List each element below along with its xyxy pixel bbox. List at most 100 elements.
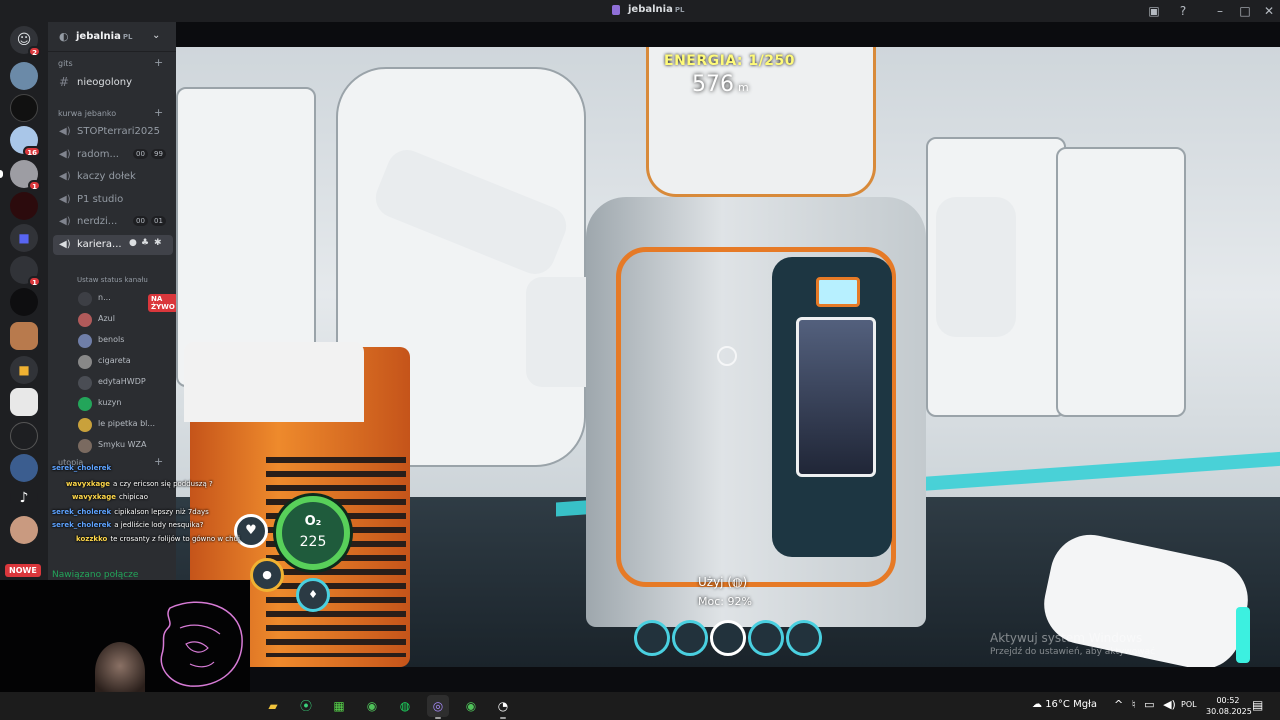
voice-channel[interactable]: ◀) nerdzi... 00 01 <box>53 212 173 232</box>
face-outline-art <box>160 601 243 687</box>
voice-member[interactable]: n... NA ŻYWO <box>76 289 178 312</box>
voice-channel-active[interactable]: ◀) kariera... ● ♣ ✱ <box>53 235 173 255</box>
server-avatar[interactable] <box>10 516 38 544</box>
server-avatar[interactable] <box>10 192 38 220</box>
feather-icon: ♪ <box>10 484 38 512</box>
minecraft-icon[interactable]: ▦ <box>328 695 350 717</box>
voice-member[interactable]: cigareta <box>76 352 172 372</box>
speaker-icon: ◀) <box>59 239 71 250</box>
quickslot-knife-icon <box>634 620 670 656</box>
member-name: benols <box>98 335 125 344</box>
server-avatar[interactable] <box>10 454 38 482</box>
chat-message: serek_cholerek cipikalson lepszy niż 7day… <box>52 508 209 516</box>
quickslot-light-icon <box>786 620 822 656</box>
member-name: cigareta <box>98 356 131 365</box>
quickslot-scanner-icon <box>710 620 746 656</box>
chat-message: wavyxkage chipicao <box>72 493 148 501</box>
energy-readout: ENERGIA: 1/250 <box>664 53 795 69</box>
new-label[interactable]: NOWE <box>5 564 41 577</box>
use-prompt: Użyj (◍) <box>698 575 748 589</box>
spotify-icon[interactable]: ◍ <box>394 695 416 717</box>
server-avatar[interactable]: 16 <box>10 126 41 157</box>
voice-channel[interactable]: ◀) STOPterrari2025 <box>53 122 173 142</box>
notification-icon[interactable]: ▤ <box>1252 698 1263 712</box>
member-name: Azul <box>98 314 115 323</box>
chrome-profile-icon[interactable]: ◉ <box>460 695 482 717</box>
microphone-icon: ♮ <box>1131 698 1136 711</box>
voice-member[interactable]: le pipetka bl... <box>76 415 172 435</box>
member-name: n... <box>98 293 111 302</box>
voice-member[interactable]: kuzyn <box>76 394 172 414</box>
server-avatar[interactable] <box>10 288 38 316</box>
server-avatar[interactable]: 1 <box>10 256 41 287</box>
voice-member[interactable]: Azul <box>76 310 172 330</box>
help-icon[interactable]: ? <box>1175 3 1191 19</box>
voice-channel[interactable]: ◀) P1 studio <box>53 190 173 210</box>
server-avatar[interactable]: ♪ <box>10 484 38 512</box>
water-icon: ♦ <box>296 578 330 612</box>
user-limit: 01 <box>151 216 166 226</box>
voice-member[interactable]: edytaHWDP <box>76 373 172 393</box>
avatar <box>78 334 92 348</box>
server-rail: ☺ 2 16 1 ■ 1 ■ ♪ NOWE <box>0 22 48 580</box>
server-avatar[interactable] <box>10 422 38 450</box>
chevron-down-icon: ⌄ <box>152 30 161 41</box>
minimize-icon[interactable]: – <box>1212 3 1228 19</box>
invite-icon[interactable]: ♣ <box>141 238 149 248</box>
server-avatar[interactable] <box>10 322 38 350</box>
window-title-bar: jebalnia PL ▣ ? – □ ✕ <box>0 0 1280 22</box>
maximize-icon[interactable]: □ <box>1237 3 1253 19</box>
power-readout: Moc: 92% <box>698 595 752 608</box>
category-gits[interactable]: gits <box>58 59 73 68</box>
crosshair-icon <box>717 346 737 366</box>
server-folder[interactable]: ■ <box>10 224 38 252</box>
voice-member[interactable]: Smyku WZA <box>76 436 172 456</box>
gear-icon[interactable]: ✱ <box>154 238 162 248</box>
server-avatar[interactable] <box>10 388 38 416</box>
windows-activation-watermark: Aktywuj system Windows <box>990 631 1143 645</box>
server-folder[interactable]: ■ <box>10 356 38 384</box>
avatar <box>78 376 92 390</box>
user-count: 00 <box>133 216 148 226</box>
chat-icon[interactable]: ● <box>129 238 137 248</box>
server-avatar[interactable] <box>10 94 38 122</box>
voice-channel[interactable]: ◀) kaczy dołek <box>53 167 173 187</box>
system-tray[interactable]: ^ ♮ ▭ ◀) <box>1114 698 1176 711</box>
mouse-button-icon: (◍) <box>727 575 748 589</box>
speaker-icon: ◀) <box>59 149 71 160</box>
discord-home-button[interactable]: ☺ 2 <box>10 26 41 57</box>
server-avatar[interactable]: 1 <box>0 160 41 191</box>
folder-icon: ■ <box>10 224 38 252</box>
network-icon: ▭ <box>1144 698 1155 711</box>
xbox-app-icon[interactable]: ⦿ <box>295 695 317 717</box>
user-limit: 99 <box>151 149 166 159</box>
server-avatar[interactable] <box>10 62 38 90</box>
member-name: kuzyn <box>98 398 122 407</box>
voice-member[interactable]: benols <box>76 331 172 351</box>
add-channel-icon[interactable]: + <box>154 106 163 119</box>
chat-text: chipicao <box>118 493 149 501</box>
server-header[interactable]: ◐ jebalnia PL ⌄ <box>48 22 176 52</box>
chat-username: wavyxkage <box>72 493 116 501</box>
close-icon[interactable]: ✕ <box>1261 3 1277 19</box>
chat-text: a czy ericson się podduszą ? <box>112 480 213 488</box>
channel-nieogolony[interactable]: # nieogolony <box>53 73 173 93</box>
member-name: le pipetka bl... <box>98 419 155 428</box>
inbox-icon[interactable]: ▣ <box>1146 3 1162 19</box>
avatar <box>78 418 92 432</box>
taskbar-clock[interactable]: 00:52 30.08.2025 <box>1206 695 1252 717</box>
set-channel-status[interactable]: Ustaw status kanału <box>77 276 148 284</box>
input-language[interactable]: POL <box>1181 700 1197 709</box>
chrome-icon[interactable]: ◉ <box>361 695 383 717</box>
obs-icon[interactable]: ◔ <box>492 695 514 719</box>
file-explorer-icon[interactable]: ▰ <box>262 695 284 717</box>
weather-widget[interactable]: ☁ 16°C Mgła <box>1032 699 1097 710</box>
voice-channel[interactable]: ◀) radom... 00 99 <box>53 145 173 165</box>
add-channel-icon[interactable]: + <box>154 56 163 69</box>
discord-taskbar-icon[interactable]: ◎ <box>427 695 449 719</box>
server-name: jebalnia PL <box>76 31 133 42</box>
volume-icon: ◀) <box>1163 698 1176 711</box>
unread-badge: 16 <box>23 146 41 157</box>
unread-badge: 1 <box>28 180 41 191</box>
category-kurwa[interactable]: kurwa jebanko <box>58 109 116 118</box>
